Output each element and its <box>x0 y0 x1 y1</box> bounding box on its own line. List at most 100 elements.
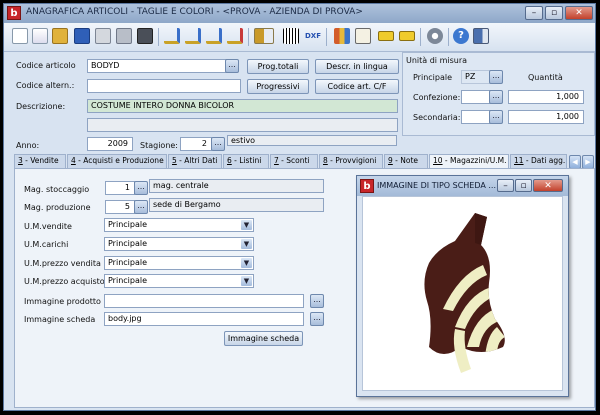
save-icon[interactable] <box>74 28 90 44</box>
chevron-down-icon[interactable]: ▼ <box>241 276 252 286</box>
tape-icon[interactable] <box>399 31 415 41</box>
confezione-lookup-button[interactable]: ... <box>489 90 503 104</box>
edit-cancel-icon[interactable] <box>227 28 243 44</box>
um-prezzo-vendita-label: U.M.prezzo vendita <box>24 259 101 268</box>
immagine-scheda-browse-button[interactable]: ... <box>310 312 324 326</box>
tab-note[interactable]: 9 - Note <box>384 154 428 168</box>
dxf-icon[interactable]: DXF <box>305 28 321 44</box>
immagine-scheda-button[interactable]: Immagine scheda <box>224 331 303 346</box>
tab-label: - Acquisti e Produzione <box>75 156 164 165</box>
notes-icon[interactable] <box>355 28 371 44</box>
barcode-icon[interactable] <box>283 28 299 44</box>
prog-totali-button[interactable]: Prog.totali <box>247 59 309 74</box>
tab-label: - Altri Dati <box>176 156 218 165</box>
exit-icon[interactable] <box>473 28 489 44</box>
stagione-field[interactable]: 2 <box>180 137 212 151</box>
tab-sconti[interactable]: 7 - Sconti <box>270 154 318 168</box>
um-carichi-select[interactable]: Principale ▼ <box>104 237 254 251</box>
popup-minimize-button[interactable]: – <box>497 179 514 192</box>
confezione-um-field[interactable] <box>461 90 491 104</box>
image-preview-window[interactable]: b IMMAGINE DI TIPO SCHEDA ... – ▫ ✕ <box>356 175 569 397</box>
mag-produzione-lookup-button[interactable]: ... <box>134 200 148 214</box>
grid-menu-icon[interactable] <box>254 28 274 44</box>
stagione-desc-field: estivo <box>227 135 397 146</box>
maximize-button[interactable]: ▫ <box>545 6 563 20</box>
new-doc-icon[interactable] <box>12 28 28 44</box>
principale-label: Principale <box>413 73 453 82</box>
immagine-prodotto-browse-button[interactable]: ... <box>310 294 324 308</box>
stagione-lookup-button[interactable]: ... <box>211 137 225 151</box>
codice-articolo-lookup-button[interactable]: ... <box>225 59 239 73</box>
toolbar-separator <box>420 28 421 46</box>
um-prezzo-acquisto-select[interactable]: Principale ▼ <box>104 274 254 288</box>
secondaria-um-field[interactable] <box>461 110 491 124</box>
chevron-down-icon[interactable]: ▼ <box>241 220 252 230</box>
tab-scroll-right-button[interactable]: ▶ <box>582 155 594 169</box>
mag-stoccaggio-field[interactable]: 1 <box>105 181 135 195</box>
popup-logo: b <box>360 179 374 193</box>
codice-articolo-label: Codice articolo <box>16 61 76 70</box>
mag-stoccaggio-lookup-button[interactable]: ... <box>134 181 148 195</box>
measure-icon[interactable] <box>378 31 394 41</box>
tab-scroll-left-button[interactable]: ◀ <box>569 155 581 169</box>
um-carichi-value: Principale <box>108 239 148 248</box>
immagine-prodotto-field[interactable] <box>104 294 304 308</box>
popup-title-bar[interactable]: b IMMAGINE DI TIPO SCHEDA ... – ▫ ✕ <box>357 176 568 196</box>
principale-lookup-button[interactable]: ... <box>489 70 503 84</box>
open-icon[interactable] <box>52 28 68 44</box>
tab-provvigioni[interactable]: 8 - Provvigioni <box>319 154 383 168</box>
tab-number: 10 <box>433 156 443 165</box>
immagine-prodotto-label: Immagine prodotto <box>24 297 101 306</box>
edit-check-icon[interactable] <box>206 28 222 44</box>
binoculars-icon[interactable] <box>137 28 153 44</box>
print-icon[interactable] <box>95 28 111 44</box>
chevron-down-icon[interactable]: ▼ <box>241 258 252 268</box>
tab-listini[interactable]: 6 - Listini <box>223 154 269 168</box>
descrizione-field[interactable]: COSTUME INTERO DONNA BICOLOR <box>87 99 398 113</box>
secondaria-lookup-button[interactable]: ... <box>489 110 503 124</box>
tab-vendite[interactable]: 3 - Vendite <box>14 154 66 168</box>
settings-icon[interactable] <box>427 28 443 44</box>
chevron-down-icon[interactable]: ▼ <box>241 239 252 249</box>
title-bar[interactable]: b ANAGRAFICA ARTICOLI - TAGLIE E COLORI … <box>4 4 595 23</box>
tab-label: - Magazzini/U.M. <box>442 156 507 165</box>
copy-doc-icon[interactable] <box>32 28 48 44</box>
tab-label: - Dati agg. <box>523 156 566 165</box>
edit-icon[interactable] <box>164 28 180 44</box>
tab-label: - Vendite <box>22 156 59 165</box>
tab-label: - Note <box>392 156 419 165</box>
popup-maximize-button[interactable]: ▫ <box>515 179 532 192</box>
secondaria-qty-field[interactable]: 1,000 <box>508 110 584 124</box>
books-icon[interactable] <box>334 28 350 44</box>
um-prezzo-vendita-value: Principale <box>108 258 148 267</box>
close-button[interactable]: ✕ <box>565 6 593 20</box>
confezione-label: Confezione: <box>413 93 461 102</box>
confezione-qty-field[interactable]: 1,000 <box>508 90 584 104</box>
tab-altri-dati[interactable]: 5 - Altri Dati <box>168 154 222 168</box>
descr-lingua-button[interactable]: Descr. in lingua <box>315 59 399 74</box>
tab-acquisti-produzione[interactable]: 4 - Acquisti e Produzione <box>67 154 167 168</box>
codice-altern-field[interactable] <box>87 79 241 93</box>
descrizione-2-field[interactable] <box>87 118 398 132</box>
anno-field[interactable]: 2009 <box>87 137 133 151</box>
edit-search-icon[interactable] <box>185 28 201 44</box>
help-icon[interactable]: ? <box>453 28 469 44</box>
minimize-button[interactable]: – <box>525 6 543 20</box>
tab-strip: 3 - Vendite 4 - Acquisti e Produzione 5 … <box>14 154 595 169</box>
quantita-label: Quantità <box>528 73 563 82</box>
codice-art-cf-button[interactable]: Codice art. C/F <box>315 79 399 94</box>
immagine-scheda-field[interactable]: body.jpg <box>104 312 304 326</box>
delete-icon[interactable] <box>116 28 132 44</box>
codice-articolo-field[interactable]: BODYD <box>87 59 227 73</box>
principale-field[interactable]: PZ <box>461 70 491 84</box>
codice-altern-label: Codice altern.: <box>16 81 75 90</box>
popup-close-button[interactable]: ✕ <box>533 179 563 192</box>
progressivi-button[interactable]: Progressivi <box>247 79 309 94</box>
tab-magazzini-um[interactable]: 10 - Magazzini/U.M. <box>429 154 509 169</box>
um-vendite-select[interactable]: Principale ▼ <box>104 218 254 232</box>
mag-produzione-field[interactable]: 5 <box>105 200 135 214</box>
tab-dati-agg[interactable]: 11 - Dati agg. <box>510 154 567 168</box>
toolbar-separator <box>326 28 327 46</box>
um-prezzo-vendita-select[interactable]: Principale ▼ <box>104 256 254 270</box>
tab-number: 11 <box>514 156 524 165</box>
